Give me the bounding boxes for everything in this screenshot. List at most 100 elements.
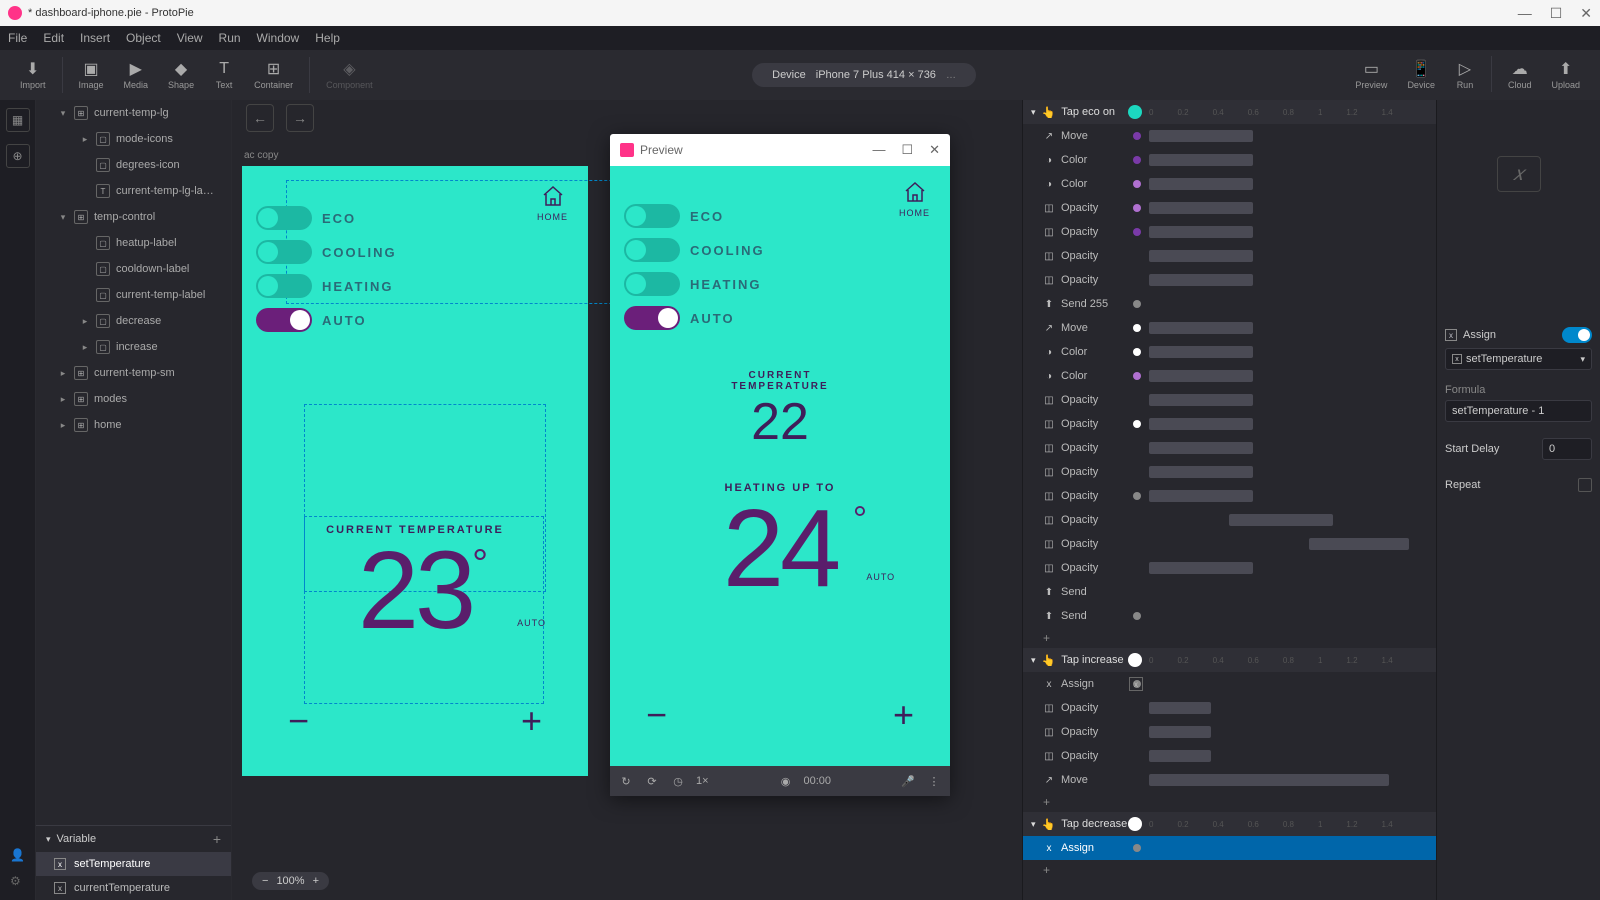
layer-row[interactable]: ▸▢decrease (36, 308, 231, 334)
canvas[interactable]: ← → ac copy HOME ECOCOOLINGHEATINGAUTO C… (232, 100, 1022, 900)
refresh-icon[interactable]: ⟳ (644, 773, 660, 789)
response-row[interactable]: xAssign (1023, 836, 1436, 860)
response-row[interactable]: ⬆Send (1023, 580, 1436, 604)
layer-row[interactable]: ▾⊞current-temp-lg (36, 100, 231, 126)
response-row[interactable]: ◑Color (1023, 340, 1436, 364)
menu-view[interactable]: View (177, 31, 203, 45)
response-row[interactable]: ◫Opacity (1023, 696, 1436, 720)
zoom-out[interactable]: − (262, 875, 268, 887)
device-selector[interactable]: Device iPhone 7 Plus 414 × 736 … (752, 63, 976, 87)
layer-row[interactable]: ▸▢mode-icons (36, 126, 231, 152)
text-tool[interactable]: TText (204, 56, 244, 94)
menu-object[interactable]: Object (126, 31, 161, 45)
interaction-tab[interactable]: ⊕ (6, 144, 30, 168)
nav-forward-button[interactable]: → (286, 104, 314, 132)
response-row[interactable]: ↗Move (1023, 768, 1436, 792)
increase-button[interactable]: + (893, 694, 914, 736)
nav-back-button[interactable]: ← (246, 104, 274, 132)
response-row[interactable]: ⬆Send (1023, 604, 1436, 628)
device-button[interactable]: 📱Device (1397, 56, 1445, 94)
mode-toggle-row[interactable]: COOLING (624, 238, 950, 262)
layer-row[interactable]: ▢cooldown-label (36, 256, 231, 282)
response-row[interactable]: ◫Opacity (1023, 556, 1436, 580)
layer-row[interactable]: ▢current-temp-label (36, 282, 231, 308)
trigger-row[interactable]: ▾👆Tap increase00.20.40.60.811.21.4 (1023, 648, 1436, 672)
decrease-button[interactable]: − (646, 694, 667, 736)
variable-select[interactable]: x setTemperature▾ (1445, 348, 1592, 370)
response-row[interactable]: ◫Opacity (1023, 720, 1436, 744)
layer-row[interactable]: ▢heatup-label (36, 230, 231, 256)
add-response-button[interactable]: + (1023, 628, 1436, 648)
response-row[interactable]: ⬆Send 255 (1023, 292, 1436, 316)
mode-toggle-row[interactable]: HEATING (624, 272, 950, 296)
menu-help[interactable]: Help (315, 31, 340, 45)
import-button[interactable]: ⬇Import (10, 56, 56, 94)
response-row[interactable]: ↗Move (1023, 316, 1436, 340)
variable-row[interactable]: xcurrentTemperature (36, 876, 231, 900)
response-row[interactable]: ◫Opacity (1023, 244, 1436, 268)
increase-button[interactable]: + (521, 700, 542, 742)
response-row[interactable]: ◑Color (1023, 148, 1436, 172)
menu-edit[interactable]: Edit (43, 31, 64, 45)
minimize-button[interactable]: — (1518, 5, 1532, 22)
response-row[interactable]: ◫Opacity (1023, 744, 1436, 768)
response-row[interactable]: ◑Color (1023, 364, 1436, 388)
menu-insert[interactable]: Insert (80, 31, 110, 45)
toggle-switch[interactable] (624, 306, 680, 330)
repeat-checkbox[interactable] (1578, 478, 1592, 492)
scenes-tab[interactable]: ▦ (6, 108, 30, 132)
menu-run[interactable]: Run (219, 31, 241, 45)
zoom-control[interactable]: − 100% + (252, 872, 329, 890)
cloud-button[interactable]: ☁Cloud (1498, 56, 1542, 94)
more-icon[interactable]: ⋮ (926, 773, 942, 789)
layer-row[interactable]: ▾⊞temp-control (36, 204, 231, 230)
preview-button[interactable]: ▭Preview (1345, 56, 1397, 94)
layer-row[interactable]: ▸⊞modes (36, 386, 231, 412)
image-tool[interactable]: ▣Image (69, 56, 114, 94)
menu-window[interactable]: Window (257, 31, 300, 45)
user-icon[interactable]: 👤 (10, 848, 25, 862)
response-row[interactable]: ◑Color (1023, 172, 1436, 196)
home-button[interactable]: HOME (899, 180, 930, 218)
preview-viewport[interactable]: HOME ECOCOOLINGHEATINGAUTO CURRENT TEMPE… (610, 166, 950, 766)
response-row[interactable]: ◫Opacity (1023, 460, 1436, 484)
layer-row[interactable]: ▸⊞current-temp-sm (36, 360, 231, 386)
toggle-switch[interactable] (256, 240, 312, 264)
response-row[interactable]: ◫Opacity (1023, 388, 1436, 412)
toggle-switch[interactable] (256, 308, 312, 332)
add-variable-button[interactable]: + (213, 831, 221, 847)
toggle-switch[interactable] (256, 206, 312, 230)
variable-section-header[interactable]: ▾ Variable + (36, 826, 231, 852)
trigger-row[interactable]: ▾👆Tap decrease00.20.40.60.811.21.4 (1023, 812, 1436, 836)
add-response-button[interactable]: + (1023, 860, 1436, 880)
response-row[interactable]: ◫Opacity (1023, 508, 1436, 532)
delay-input[interactable] (1542, 438, 1592, 460)
toggle-switch[interactable] (624, 272, 680, 296)
clock-icon[interactable]: ◷ (670, 773, 686, 789)
response-row[interactable]: ↗Move (1023, 124, 1436, 148)
layer-row[interactable]: ▸⊞home (36, 412, 231, 438)
maximize-button[interactable]: ☐ (1550, 5, 1563, 22)
close-button[interactable]: ✕ (1580, 5, 1592, 22)
reload-icon[interactable]: ↻ (618, 773, 634, 789)
run-button[interactable]: ▷Run (1445, 56, 1485, 94)
layer-row[interactable]: Tcurrent-temp-lg-la… (36, 178, 231, 204)
settings-icon[interactable]: ⚙ (10, 874, 25, 888)
response-row[interactable]: ◫Opacity (1023, 196, 1436, 220)
response-row[interactable]: ◫Opacity (1023, 220, 1436, 244)
component-tool[interactable]: ◈Component (316, 56, 383, 94)
speed-value[interactable]: 1× (696, 775, 709, 787)
media-tool[interactable]: ▶Media (114, 56, 159, 94)
upload-button[interactable]: ⬆Upload (1541, 56, 1590, 94)
mic-icon[interactable]: 🎤 (900, 773, 916, 789)
decrease-button[interactable]: − (288, 700, 309, 742)
response-row[interactable]: ◫Opacity (1023, 412, 1436, 436)
trigger-row[interactable]: ▾👆Tap eco on00.20.40.60.811.21.4 (1023, 100, 1436, 124)
preview-maximize[interactable]: ☐ (901, 142, 913, 158)
response-row[interactable]: ◫Opacity (1023, 532, 1436, 556)
variable-row[interactable]: xsetTemperature (36, 852, 231, 876)
record-icon[interactable]: ◉ (778, 773, 794, 789)
preview-close[interactable]: ✕ (929, 142, 940, 158)
shape-tool[interactable]: ◆Shape (158, 56, 204, 94)
mode-toggle-row[interactable]: AUTO (256, 308, 588, 332)
